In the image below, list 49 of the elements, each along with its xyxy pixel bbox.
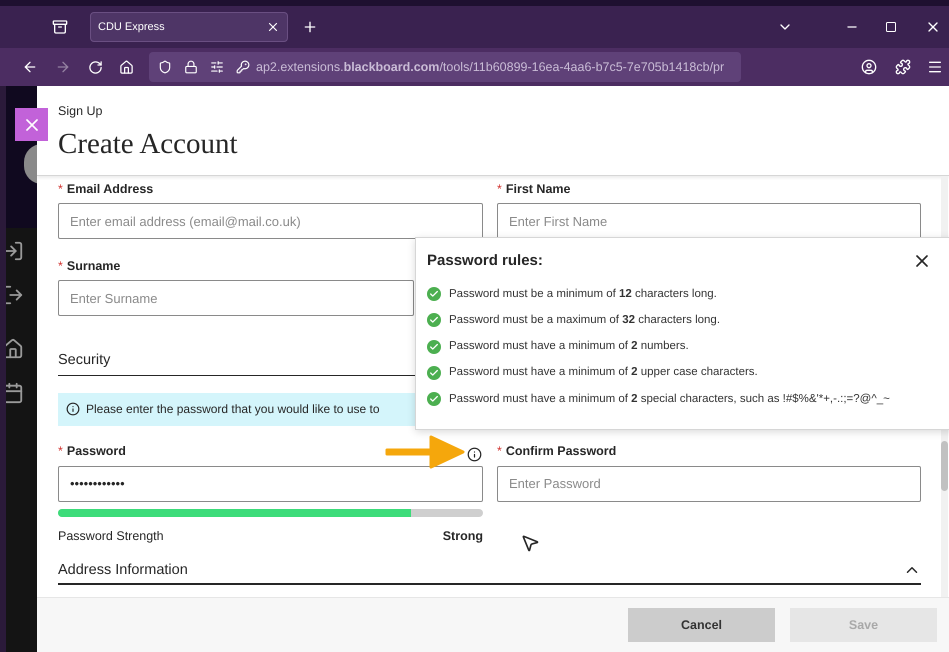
info-text: Please enter the password that you would like to use to [86, 401, 380, 418]
required-marker: * [58, 180, 63, 198]
field-label: Email Address [66, 180, 154, 198]
back-icon[interactable] [22, 59, 38, 75]
field-label: Password [66, 443, 126, 460]
strength-label: Password Strength [58, 528, 164, 545]
address-bar[interactable]: ap2.extensions.blackboard.com/tools/11b60899-16ea-4aa6-b7c5-7e705b1418cb/pr [149, 52, 741, 82]
required-marker: * [58, 258, 63, 275]
menu-icon[interactable] [927, 59, 943, 75]
sign-in-icon[interactable] [6, 240, 24, 262]
lock-icon[interactable] [184, 60, 198, 74]
dialog-title: Create Account [58, 126, 239, 162]
reload-icon[interactable] [88, 60, 103, 74]
browser-tab[interactable]: CDU Express [90, 12, 288, 42]
close-dialog-button[interactable] [15, 108, 48, 141]
popover-title: Password rules: [427, 251, 543, 271]
rule-text: Password must be a maximum of 32 characters long. [449, 312, 720, 328]
required-marker: * [497, 443, 502, 460]
calendar-icon[interactable] [6, 382, 24, 404]
action-button[interactable]: Cancel [628, 608, 775, 642]
input-field[interactable]: Enter email address (email@mail.co.uk) [58, 203, 483, 239]
arrow-icon [383, 433, 465, 471]
extensions-icon[interactable] [895, 59, 911, 75]
home-icon[interactable] [6, 338, 24, 360]
strength-value: Strong [442, 528, 483, 545]
close-tab-icon[interactable] [266, 20, 280, 34]
shield-icon[interactable] [158, 60, 172, 74]
new-tab-icon[interactable] [302, 19, 318, 35]
info-icon[interactable] [467, 446, 482, 462]
cursor-icon [520, 533, 540, 553]
account-icon[interactable] [861, 59, 877, 75]
sign-out-icon[interactable] [6, 284, 24, 306]
field-label: Confirm Password [506, 443, 616, 460]
field-label: Surname [66, 258, 120, 275]
rule-text: Password must be a minimum of 12 characters long. [449, 286, 717, 302]
maximize-icon[interactable] [885, 21, 897, 33]
key-icon[interactable] [236, 60, 250, 74]
rule-text: Password must have a minimum of 2 special characters, such as !#$%&'*+,-.:;=?@^_~ [449, 392, 890, 406]
field-label: First Name [506, 180, 570, 198]
input-field[interactable]: Enter First Name [497, 203, 921, 239]
section-header[interactable]: Address Information [58, 560, 921, 586]
dialog-eyebrow: Sign Up [58, 103, 104, 120]
password-field[interactable]: •••••••••••• [58, 466, 483, 502]
url-text: ap2.extensions.blackboard.com/tools/11b60899-16ea-4aa6-b7c5-7e705b1418cb/pr [256, 58, 724, 76]
input-field[interactable]: Enter Surname [58, 280, 414, 316]
required-marker: * [58, 443, 63, 460]
input-field[interactable]: Enter Password [497, 466, 921, 502]
info-icon [66, 402, 80, 416]
required-marker: * [497, 180, 502, 198]
